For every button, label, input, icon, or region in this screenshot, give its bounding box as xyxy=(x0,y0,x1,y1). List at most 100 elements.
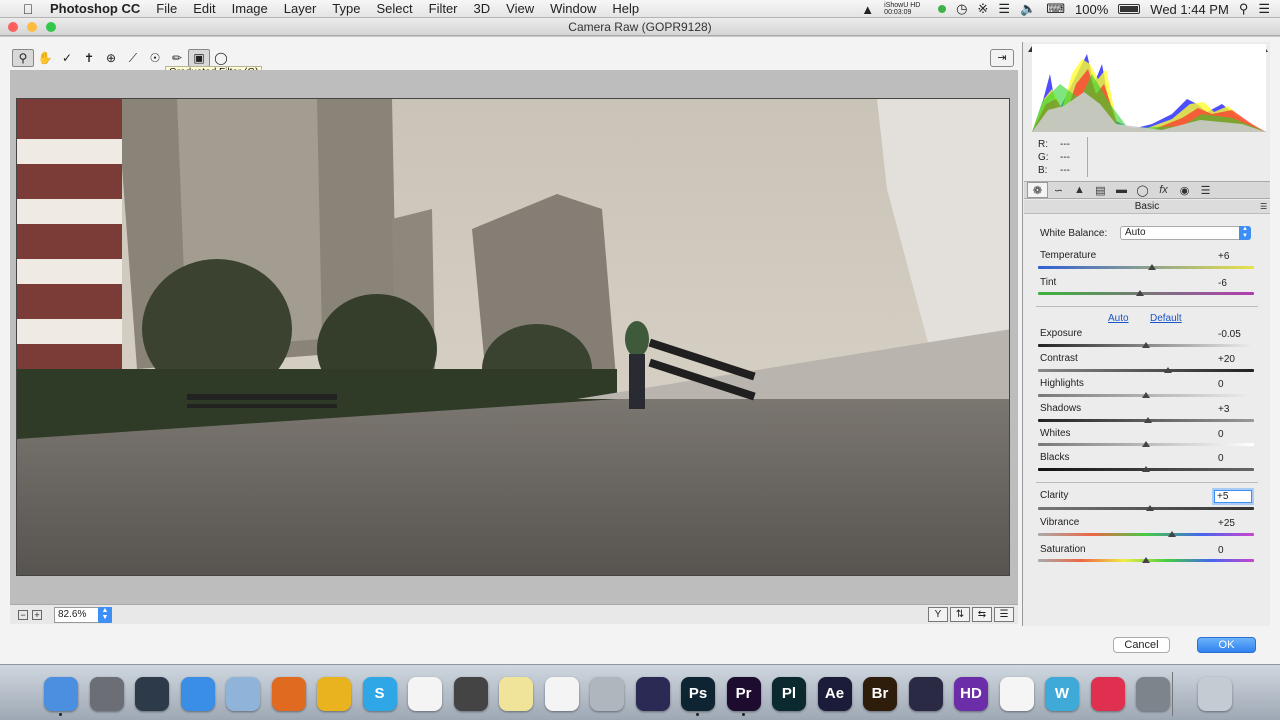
bridge-icon[interactable]: Br xyxy=(863,677,897,711)
close-window-button[interactable] xyxy=(8,22,18,32)
panel-menu-icon[interactable]: ☰ xyxy=(1260,202,1267,211)
auto-tone-link[interactable]: Auto xyxy=(1108,313,1129,324)
battery-percent[interactable]: 100% xyxy=(1075,2,1108,17)
zoom-tool-icon[interactable]: ⚲ xyxy=(12,49,34,67)
menu-3d[interactable]: 3D xyxy=(466,1,499,16)
menu-edit[interactable]: Edit xyxy=(185,1,223,16)
time-machine-icon[interactable]: ◷ xyxy=(956,1,967,17)
whites-value[interactable]: 0 xyxy=(1218,429,1254,440)
contrast-slider-thumb[interactable] xyxy=(1163,367,1172,373)
cancel-button[interactable]: Cancel xyxy=(1113,637,1170,653)
launchpad-icon[interactable] xyxy=(89,677,124,711)
stickies-icon[interactable] xyxy=(499,677,533,711)
notification-center-icon[interactable]: ☰ xyxy=(1258,1,1270,17)
mission-control-icon[interactable] xyxy=(135,677,169,711)
calendar-icon[interactable] xyxy=(408,677,442,711)
safari-icon[interactable] xyxy=(180,677,215,711)
keyboard-icon[interactable]: ⌨ xyxy=(1046,1,1065,17)
finder-icon[interactable] xyxy=(44,677,78,711)
bluetooth-icon[interactable]: ※ xyxy=(978,1,989,17)
lens-corrections-tab-icon[interactable]: ◯ xyxy=(1132,182,1153,198)
red-eye-tool-icon[interactable]: ☉ xyxy=(144,49,166,67)
tone-curve-tab-icon[interactable]: ∽ xyxy=(1048,182,1069,198)
temperature-slider[interactable] xyxy=(1038,266,1254,269)
swap-before-after-icon[interactable]: ⇅ xyxy=(950,607,970,622)
tint-slider-thumb[interactable] xyxy=(1135,290,1144,296)
clock[interactable]: Wed 1:44 PM xyxy=(1150,2,1229,17)
shadows-value[interactable]: +3 xyxy=(1218,404,1254,415)
saturation-value[interactable]: 0 xyxy=(1218,545,1254,556)
photoshop-icon[interactable]: Ps xyxy=(681,677,715,711)
white-balance-tool-icon[interactable]: ✓ xyxy=(56,49,78,67)
toggle-settings-icon[interactable]: ☰ xyxy=(994,607,1014,622)
radial-filter-icon[interactable]: ◯ xyxy=(210,49,232,67)
white-balance-select[interactable]: Auto ▲ ▼ xyxy=(1120,226,1251,240)
skype-icon[interactable]: S xyxy=(362,677,397,711)
premiere-icon[interactable]: Pr xyxy=(726,677,761,711)
saturation-slider-thumb[interactable] xyxy=(1142,557,1150,563)
ok-button[interactable]: OK xyxy=(1197,637,1256,653)
w-app-icon[interactable]: W xyxy=(1045,677,1079,711)
contrast-value[interactable]: +20 xyxy=(1218,354,1254,365)
adjustment-brush-icon[interactable]: ✏ xyxy=(166,49,188,67)
temperature-value[interactable]: +6 xyxy=(1218,251,1254,262)
blacks-slider-thumb[interactable] xyxy=(1142,466,1150,472)
exposure-value[interactable]: -0.05 xyxy=(1218,329,1254,340)
menu-file[interactable]: File xyxy=(148,1,185,16)
menu-image[interactable]: Image xyxy=(224,1,276,16)
clarity-value-input[interactable]: +5 xyxy=(1214,490,1252,503)
zoom-stepper-icon[interactable]: ▲ ▼ xyxy=(98,607,112,623)
basic-tab-icon[interactable]: ❁ xyxy=(1027,182,1048,198)
itunes-icon[interactable] xyxy=(1090,677,1125,711)
copy-before-after-icon[interactable]: ⇆ xyxy=(972,607,992,622)
drive-icon[interactable]: ▲ xyxy=(861,2,874,17)
menu-window[interactable]: Window xyxy=(542,1,604,16)
system-preferences-icon[interactable] xyxy=(1136,677,1170,711)
menu-app-name[interactable]: Photoshop CC xyxy=(42,1,148,16)
media-encoder-icon[interactable] xyxy=(908,677,943,711)
camera-calibration-tab-icon[interactable]: ◉ xyxy=(1174,182,1195,198)
vibrance-value[interactable]: +25 xyxy=(1218,518,1254,529)
shadows-slider-thumb[interactable] xyxy=(1144,417,1153,423)
zoom-out-icon[interactable]: − xyxy=(18,610,28,620)
before-after-view-icon[interactable]: Y xyxy=(928,607,948,622)
astro-icon[interactable] xyxy=(635,677,670,711)
battery-icon[interactable] xyxy=(1118,4,1141,14)
vibrance-slider[interactable] xyxy=(1038,533,1254,536)
hsl-tab-icon[interactable]: ▤ xyxy=(1090,182,1111,198)
tint-value[interactable]: -6 xyxy=(1218,278,1254,289)
highlights-value[interactable]: 0 xyxy=(1218,379,1254,390)
ishowu-status[interactable]: iShowU HD 00:03:09 xyxy=(884,2,928,16)
help-icon[interactable] xyxy=(590,677,624,711)
menu-select[interactable]: Select xyxy=(368,1,420,16)
clarity-slider-thumb[interactable] xyxy=(1146,505,1155,511)
trash-icon[interactable] xyxy=(1198,677,1232,711)
effects-tab-icon[interactable]: fx xyxy=(1153,182,1174,198)
temperature-slider-thumb[interactable] xyxy=(1148,264,1157,270)
volume-icon[interactable]: 🔈 xyxy=(1020,1,1036,17)
whites-slider-thumb[interactable] xyxy=(1142,441,1150,447)
minimize-window-button[interactable] xyxy=(27,22,37,32)
split-toning-tab-icon[interactable]: ▬ xyxy=(1111,182,1132,198)
photo-preview[interactable] xyxy=(16,98,1010,576)
zoom-window-button[interactable] xyxy=(46,22,56,32)
hand-tool-icon[interactable]: ✋ xyxy=(34,49,56,67)
final-cut-icon[interactable] xyxy=(453,677,488,711)
reminders-icon[interactable] xyxy=(544,677,579,711)
wifi-icon[interactable]: ☰ xyxy=(998,1,1010,17)
color-sampler-tool-icon[interactable]: ✝ xyxy=(78,49,100,67)
firefox-icon[interactable] xyxy=(271,677,306,711)
presets-tab-icon[interactable]: ☰ xyxy=(1195,182,1216,198)
default-tone-link[interactable]: Default xyxy=(1150,313,1182,324)
highlights-slider-thumb[interactable] xyxy=(1142,392,1150,398)
fullscreen-toggle-button[interactable]: ⇥ xyxy=(990,49,1014,67)
after-effects-icon[interactable]: Ae xyxy=(817,677,852,711)
contrast-slider[interactable] xyxy=(1038,369,1254,372)
dropbox-icon[interactable] xyxy=(226,677,260,711)
blacks-value[interactable]: 0 xyxy=(1218,453,1254,464)
menu-type[interactable]: Type xyxy=(324,1,368,16)
menu-filter[interactable]: Filter xyxy=(421,1,466,16)
spotlight-icon[interactable]: ⚲ xyxy=(1239,1,1249,17)
menu-view[interactable]: View xyxy=(498,1,542,16)
target-adjustment-tool-icon[interactable]: ⊕ xyxy=(100,49,122,67)
